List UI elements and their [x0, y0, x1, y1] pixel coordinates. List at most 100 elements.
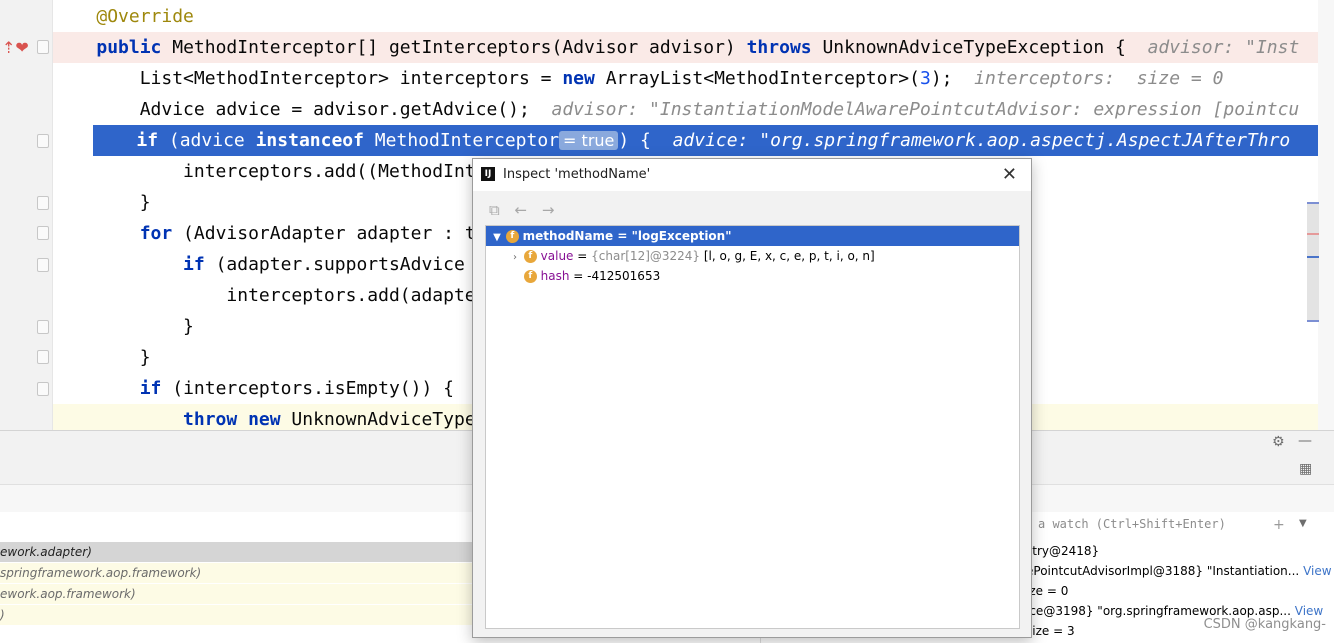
- code-token: new: [248, 409, 281, 430]
- dialog-title: Inspect 'methodName': [503, 167, 651, 182]
- code-line[interactable]: Advice advice = advisor.getAdvice(); adv…: [53, 94, 1318, 125]
- code-token: interceptors.add((MethodInt: [53, 161, 476, 182]
- code-line[interactable]: List<MethodInterceptor> interceptors = n…: [53, 63, 1318, 94]
- fold-marker[interactable]: [37, 196, 49, 210]
- code-token: @Override: [96, 6, 194, 27]
- fold-marker[interactable]: [37, 40, 49, 54]
- code-token: interceptors.add(adapte: [53, 285, 476, 306]
- variable-row[interactable]: size = 3: [1026, 621, 1075, 641]
- code-token: if: [183, 254, 205, 275]
- editor-scrollbar[interactable]: [1318, 0, 1334, 430]
- code-line[interactable]: @Override: [53, 1, 1318, 32]
- code-token: throw: [183, 409, 238, 430]
- variable-row[interactable]: ePointcutAdvisorImpl@3188} "Instantiatio…: [1026, 561, 1332, 581]
- dialog-toolbar: ⧉ ← →: [489, 201, 554, 221]
- tree-row-hash[interactable]: f hash = -412501653: [486, 266, 1019, 286]
- field-name: value: [540, 249, 574, 263]
- breakpoint-icon[interactable]: ⇡❤: [2, 38, 29, 57]
- editor-gutter[interactable]: [0, 0, 52, 430]
- code-token: throws: [746, 37, 812, 58]
- code-line[interactable]: public MethodInterceptor[] getIntercepto…: [53, 32, 1318, 63]
- layout-icon[interactable]: ▦: [1299, 461, 1312, 477]
- close-icon[interactable]: ✕: [1002, 164, 1017, 185]
- scroll-marker: [1307, 256, 1319, 258]
- field-value: = -412501653: [569, 269, 661, 283]
- scrollbar-thumb[interactable]: [1307, 202, 1319, 320]
- code-token: ArrayList<MethodInterceptor>(: [594, 68, 920, 89]
- expand-icon[interactable]: ›: [510, 248, 520, 268]
- fold-marker[interactable]: [37, 320, 49, 334]
- fold-marker[interactable]: [37, 226, 49, 240]
- code-token: (AdvisorAdapter adapter : t: [172, 223, 476, 244]
- forward-icon[interactable]: →: [542, 201, 555, 219]
- field-icon: f: [523, 270, 537, 283]
- tree-row-label: methodName = "logException": [522, 229, 732, 243]
- code-token: MethodInterceptor: [363, 130, 560, 151]
- dropdown-icon[interactable]: ▼: [1299, 518, 1307, 529]
- field-name: hash: [540, 269, 570, 283]
- code-token: if: [139, 378, 162, 399]
- watch-input[interactable]: a watch (Ctrl+Shift+Enter): [1038, 517, 1226, 531]
- code-token: 3: [919, 68, 931, 89]
- code-token: MethodInterceptor[] getInterceptors(Advi…: [161, 37, 747, 58]
- inline-debug-hint: interceptors: size = 0: [974, 68, 1224, 89]
- field-icon: f: [523, 250, 537, 263]
- inspect-dialog: IJ Inspect 'methodName' ✕ ⧉ ← → ▼ f meth…: [472, 158, 1032, 638]
- code-token: (advice: [158, 130, 256, 151]
- tree-row-methodName[interactable]: ▼ f methodName = "logException": [486, 226, 1019, 246]
- tree-view-icon[interactable]: ⧉: [489, 201, 500, 219]
- code-token: );: [930, 68, 975, 89]
- add-watch-icon[interactable]: +: [1273, 517, 1285, 533]
- variable-value: ice@3198} "org.springframework.aop.asp..…: [1026, 604, 1291, 618]
- code-token: instanceof: [255, 130, 364, 151]
- inline-debug-hint: advisor: "Inst: [1147, 37, 1300, 58]
- fold-marker[interactable]: [37, 350, 49, 364]
- code-token: }: [53, 347, 151, 368]
- code-token: if: [136, 130, 159, 151]
- code-token: UnknownAdviceTypeException {: [811, 37, 1148, 58]
- inline-debug-hint: advice: "org.springframework.aop.aspectj…: [672, 130, 1291, 151]
- view-link[interactable]: View: [1303, 564, 1331, 578]
- code-token: (adapter.supportsAdvice: [204, 254, 465, 275]
- scroll-marker: [1307, 320, 1319, 322]
- inline-debug-hint: advisor: "InstantiationModelAwarePointcu…: [551, 99, 1300, 120]
- collapse-icon[interactable]: ▼: [492, 228, 502, 248]
- code-token: ) {: [618, 130, 673, 151]
- fold-marker[interactable]: [37, 382, 49, 396]
- fold-marker[interactable]: [37, 258, 49, 272]
- code-token: Advice advice = advisor.getAdvice();: [53, 99, 552, 120]
- code-line[interactable]: if (advice instanceof MethodInterceptor =…: [93, 125, 1318, 156]
- dialog-titlebar[interactable]: IJ Inspect 'methodName' ✕: [473, 159, 1031, 191]
- inline-value-badge: = true: [559, 131, 619, 150]
- code-token: }: [53, 316, 194, 337]
- code-token: List<MethodInterceptor> interceptors =: [53, 68, 563, 89]
- variable-row[interactable]: ize = 0: [1026, 581, 1068, 601]
- settings-icon[interactable]: ⚙: [1272, 434, 1285, 450]
- view-link[interactable]: View: [1295, 604, 1323, 618]
- code-token: new: [562, 68, 595, 89]
- field-eq: =: [573, 249, 592, 263]
- scroll-marker: [1307, 233, 1319, 235]
- minimize-icon[interactable]: —: [1298, 433, 1312, 449]
- code-token: public: [96, 37, 162, 58]
- variable-row[interactable]: stry@2418}: [1026, 541, 1099, 561]
- intellij-logo-icon: IJ: [481, 167, 495, 181]
- inspect-tree[interactable]: ▼ f methodName = "logException" › f valu…: [485, 225, 1020, 629]
- watermark: CSDN @kangkang-: [1203, 617, 1326, 632]
- tree-row-value[interactable]: › f value = {char[12]@3224} [l, o, g, E,…: [486, 246, 1019, 266]
- code-token: for: [139, 223, 173, 244]
- code-token: }: [53, 192, 151, 213]
- back-icon[interactable]: ←: [515, 201, 528, 219]
- fold-marker[interactable]: [37, 134, 49, 148]
- field-icon: f: [505, 230, 519, 243]
- variable-value: ePointcutAdvisorImpl@3188} "Instantiatio…: [1026, 564, 1300, 578]
- code-token: UnknownAdviceType: [280, 409, 476, 430]
